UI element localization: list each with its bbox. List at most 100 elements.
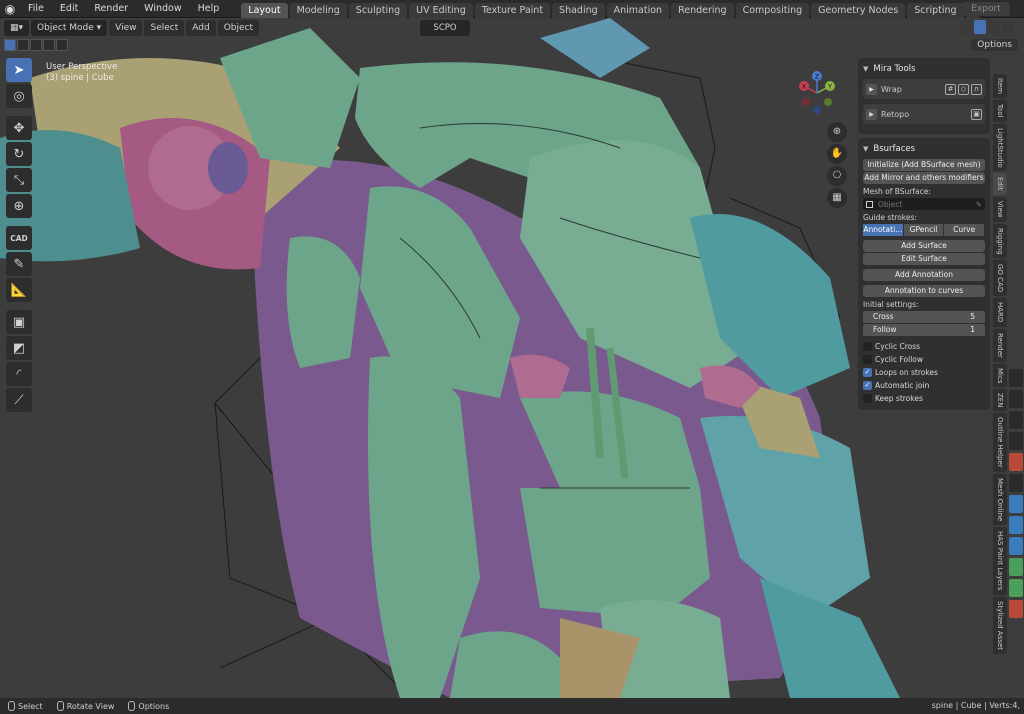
cross-field[interactable]: Cross 5 — [863, 311, 985, 323]
tab-mics[interactable]: Mics — [993, 363, 1007, 387]
annotation-to-curves-button[interactable]: Annotation to curves — [863, 285, 985, 297]
scene-properties-icon[interactable] — [1009, 432, 1023, 450]
rotate-tool-icon[interactable]: ↻ — [6, 142, 32, 166]
output-properties-icon[interactable] — [1009, 390, 1023, 408]
cad-tool-icon[interactable]: CAD — [6, 226, 32, 250]
tab-lightstudio[interactable]: LightStudio — [993, 123, 1007, 172]
add-menu[interactable]: Add — [186, 20, 216, 36]
mode-selector[interactable]: Object Mode ▾ — [31, 20, 108, 36]
menu-render[interactable]: Render — [86, 0, 136, 18]
tab-uv-editing[interactable]: UV Editing — [409, 2, 473, 18]
select-box-tool-icon[interactable]: ➤ — [6, 58, 32, 82]
particle-properties-icon[interactable] — [1009, 516, 1023, 534]
guide-curve-option[interactable]: Curve — [944, 224, 985, 236]
select-mode-subtract-icon[interactable] — [30, 39, 42, 51]
add-annotation-button[interactable]: Add Annotation — [863, 269, 985, 281]
keep-strokes-checkbox[interactable]: Keep strokes — [863, 392, 985, 405]
mesh-object-field[interactable]: Object ✎ — [863, 198, 985, 210]
tab-rigging[interactable]: Rigging — [993, 223, 1007, 259]
slice-tool-icon[interactable]: ◩ — [6, 336, 32, 360]
menu-window[interactable]: Window — [136, 0, 189, 18]
tab-shading[interactable]: Shading — [552, 2, 605, 18]
axis-tool-icon[interactable]: ⟋ — [6, 388, 32, 412]
cyclic-follow-checkbox[interactable]: Cyclic Follow — [863, 353, 985, 366]
scale-tool-icon[interactable]: ⤡ — [6, 168, 32, 192]
add-cube-tool-icon[interactable]: ▣ — [6, 310, 32, 334]
cursor-tool-icon[interactable]: ◎ — [6, 84, 32, 108]
view-layer-properties-icon[interactable] — [1009, 411, 1023, 429]
tool-properties-icon[interactable] — [1009, 348, 1023, 366]
bevel-tool-icon[interactable]: ◜ — [6, 362, 32, 386]
transform-tool-icon[interactable]: ⊕ — [6, 194, 32, 218]
tab-tool[interactable]: Tool — [993, 99, 1007, 122]
render-properties-icon[interactable] — [1009, 369, 1023, 387]
wrap-expand-icon[interactable]: ▶ — [866, 83, 877, 95]
menu-edit[interactable]: Edit — [52, 0, 86, 18]
select-mode-invert-icon[interactable] — [43, 39, 55, 51]
3d-viewport[interactable]: ▦▾ Object Mode ▾ View Select Add Object … — [0, 18, 1024, 698]
tab-item[interactable]: Item — [993, 74, 1007, 98]
tab-outline-helper[interactable]: Outline Helper — [993, 413, 1007, 473]
annotate-tool-icon[interactable]: ✎ — [6, 252, 32, 276]
tab-geometry-nodes[interactable]: Geometry Nodes — [811, 2, 906, 18]
camera-view-icon[interactable]: ⎔ — [827, 166, 847, 186]
wireframe-shading-button[interactable] — [960, 20, 972, 34]
world-properties-icon[interactable] — [1009, 453, 1023, 471]
add-mirror-button[interactable]: Add Mirror and others modifiers — [863, 172, 985, 184]
tab-scripting[interactable]: Scripting — [907, 2, 964, 18]
mira-tools-header[interactable]: ▼ Mira Tools — [863, 62, 985, 79]
export-button[interactable]: Export — [962, 2, 1010, 16]
tab-edit[interactable]: Edit — [993, 173, 1007, 195]
eyedropper-icon[interactable]: ✎ — [976, 200, 982, 209]
tab-mesh-online[interactable]: Mesh Online — [993, 474, 1007, 526]
edit-surface-button[interactable]: Edit Surface — [863, 253, 985, 265]
data-properties-icon[interactable] — [1009, 579, 1023, 597]
arch-icon[interactable]: ∩ — [971, 83, 982, 95]
solid-shading-button[interactable] — [974, 20, 986, 34]
guide-annotation-option[interactable]: Annotati... — [863, 224, 903, 236]
tab-stylized-asset[interactable]: Stylized Asset — [993, 596, 1007, 654]
modifier-properties-icon[interactable] — [1009, 495, 1023, 513]
ortho-grid-icon[interactable]: ▦ — [827, 188, 847, 208]
guide-gpencil-option[interactable]: GPencil — [903, 224, 944, 236]
rendered-shading-button[interactable] — [1002, 20, 1014, 34]
add-surface-button[interactable]: Add Surface — [863, 240, 985, 252]
pan-hand-icon[interactable]: ✋ — [827, 144, 847, 164]
follow-field[interactable]: Follow 1 — [863, 324, 985, 336]
blender-logo-icon[interactable]: ◉ — [0, 0, 20, 18]
zoom-icon[interactable]: ⊕ — [827, 122, 847, 142]
tab-layout[interactable]: Layout — [241, 2, 288, 18]
object-properties-icon[interactable] — [1009, 474, 1023, 492]
view-menu[interactable]: View — [109, 20, 143, 36]
navigation-gizmo[interactable]: Y X Z — [792, 68, 842, 118]
object-menu[interactable]: Object — [217, 20, 259, 36]
tab-view[interactable]: View — [993, 196, 1007, 222]
cyclic-cross-checkbox[interactable]: Cyclic Cross — [863, 340, 985, 353]
tab-sculpting[interactable]: Sculpting — [348, 2, 408, 18]
material-shading-button[interactable] — [988, 20, 1000, 34]
retopo-mesh-icon[interactable]: ▣ — [971, 108, 982, 120]
select-mode-intersect-icon[interactable] — [56, 39, 68, 51]
menu-help[interactable]: Help — [190, 0, 228, 18]
tab-zen[interactable]: ZEN — [993, 388, 1007, 412]
automatic-join-checkbox[interactable]: ✓ Automatic join — [863, 379, 985, 392]
editor-type-button[interactable]: ▦▾ — [4, 20, 30, 36]
tab-render[interactable]: Render — [993, 328, 1007, 362]
measure-tool-icon[interactable]: 📐 — [6, 278, 32, 302]
tab-modeling[interactable]: Modeling — [289, 2, 347, 18]
retopo-expand-icon[interactable]: ▶ — [866, 108, 877, 120]
constraint-properties-icon[interactable] — [1009, 558, 1023, 576]
tab-rendering[interactable]: Rendering — [671, 2, 734, 18]
tab-hard[interactable]: HARD — [993, 298, 1007, 327]
tab-texture-paint[interactable]: Texture Paint — [474, 2, 551, 18]
loops-on-strokes-checkbox[interactable]: ✓ Loops on strokes — [863, 366, 985, 379]
select-mode-extend-icon[interactable] — [17, 39, 29, 51]
tab-go-cad[interactable]: GO CAD — [993, 260, 1007, 297]
menu-file[interactable]: File — [20, 0, 52, 18]
scpo-button[interactable]: SCPO — [420, 20, 470, 36]
tab-has-paint-layers[interactable]: HAS Paint Layers — [993, 527, 1007, 595]
grid-icon[interactable]: # — [945, 83, 956, 95]
select-mode-new-icon[interactable] — [4, 39, 16, 51]
move-tool-icon[interactable]: ✥ — [6, 116, 32, 140]
bsurfaces-header[interactable]: ▼ Bsurfaces — [863, 142, 985, 159]
